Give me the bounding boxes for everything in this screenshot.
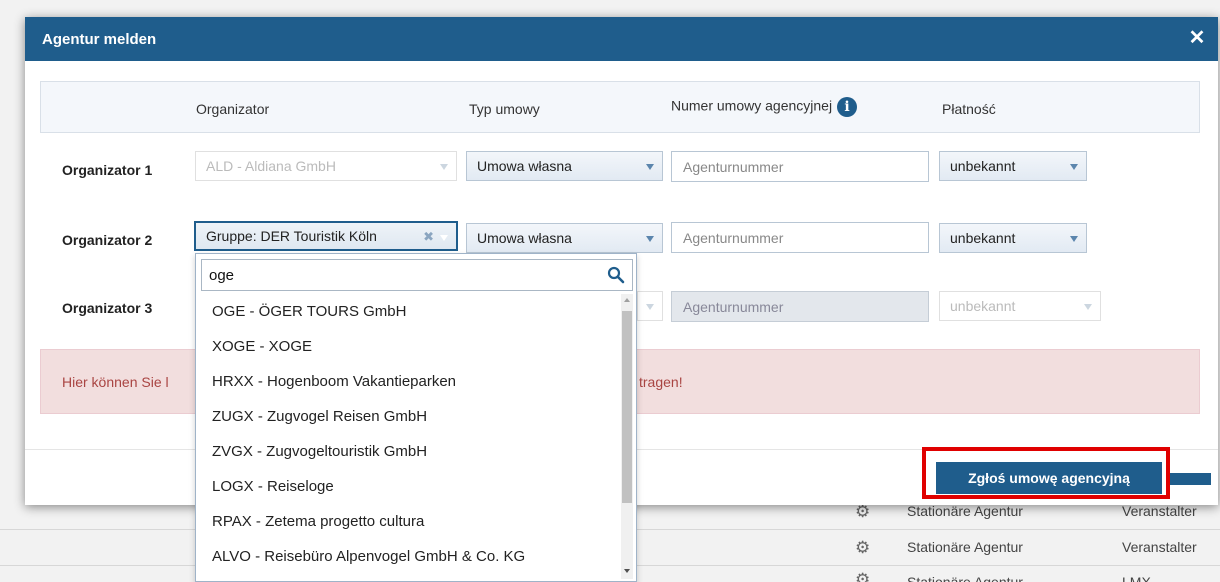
- agency-number-2-input[interactable]: Agenturnummer: [671, 222, 929, 253]
- payment-1-select[interactable]: unbekannt: [939, 151, 1087, 181]
- modal-title: Agentur melden: [42, 30, 157, 48]
- column-contract-type: Typ umowy: [469, 101, 540, 117]
- organizer-1-value: ALD - Aldiana GmbH: [206, 158, 336, 174]
- agency-type: Stationäre Agentur: [907, 574, 1023, 582]
- info-icon[interactable]: i: [837, 97, 858, 117]
- payment-1-value: unbekannt: [950, 158, 1016, 174]
- clear-icon[interactable]: ✖: [423, 229, 434, 245]
- chevron-down-icon: [440, 164, 448, 170]
- chevron-down-icon: [646, 164, 654, 170]
- organizer-2-value: Gruppe: DER Touristik Köln: [206, 228, 377, 244]
- organizer-1-select: ALD - Aldiana GmbH: [195, 151, 457, 181]
- modal-header: Agentur melden ✕: [25, 17, 1218, 61]
- dropdown-option[interactable]: ZUGX - Zugvogel Reisen GmbH: [196, 399, 621, 434]
- dropdown-option[interactable]: XOGE - XOGE: [196, 329, 621, 364]
- secondary-button[interactable]: [1170, 473, 1211, 485]
- row-label-organizer-2: Organizator 2: [62, 232, 153, 248]
- contract-type-1-select[interactable]: Umowa własna: [466, 151, 663, 181]
- chevron-down-icon: [646, 304, 654, 310]
- chevron-down-icon: [1084, 304, 1092, 310]
- contract-type-1-value: Umowa własna: [477, 158, 572, 174]
- agency-kind: Veranstalter: [1122, 539, 1197, 555]
- dropdown-search-value: oge: [209, 266, 235, 284]
- agency-type: Stationäre Agentur: [907, 503, 1023, 519]
- scrollbar-thumb[interactable]: [622, 311, 632, 503]
- dropdown-list: OGE - ÖGER TOURS GmbH XOGE - XOGE HRXX -…: [196, 294, 621, 574]
- contract-type-2-value: Umowa własna: [477, 230, 572, 246]
- chevron-down-icon: [440, 235, 448, 241]
- chevron-down-icon: [1070, 164, 1078, 170]
- column-agency-number: Numer umowy agencyjnej i: [671, 97, 858, 117]
- scroll-up-icon[interactable]: [624, 298, 630, 302]
- dropdown-option[interactable]: ZVGX - Zugvogeltouristik GmbH: [196, 434, 621, 469]
- organizer-2-select[interactable]: Gruppe: DER Touristik Köln ✖: [194, 221, 458, 251]
- contract-type-2-select[interactable]: Umowa własna: [466, 223, 663, 253]
- search-icon: [607, 266, 625, 284]
- organizer-dropdown: oge OGE - ÖGER TOURS GmbH XOGE - XOGE HR…: [195, 253, 637, 582]
- dropdown-scrollbar[interactable]: [621, 294, 633, 579]
- dropdown-option[interactable]: RPAX - Zetema progetto cultura: [196, 504, 621, 539]
- payment-2-select[interactable]: unbekannt: [939, 223, 1087, 253]
- gear-icon: ⚙: [855, 502, 871, 521]
- row-label-organizer-1: Organizator 1: [62, 162, 153, 178]
- alert-text-left: Hier können Sie l: [62, 374, 169, 390]
- agency-kind: Veranstalter: [1122, 503, 1197, 519]
- agency-number-1-input[interactable]: Agenturnummer: [671, 151, 929, 182]
- dropdown-option[interactable]: ALVO - Reisebüro Alpenvogel GmbH & Co. K…: [196, 539, 621, 574]
- agency-type: Stationäre Agentur: [907, 539, 1023, 555]
- agency-kind: LMX: [1122, 574, 1151, 582]
- contract-type-3-select: [637, 291, 663, 321]
- chevron-down-icon: [1070, 236, 1078, 242]
- scroll-down-icon[interactable]: [624, 569, 630, 573]
- close-icon[interactable]: ✕: [1188, 28, 1206, 48]
- chevron-down-icon: [646, 236, 654, 242]
- dropdown-option[interactable]: LOGX - Reiseloge: [196, 469, 621, 504]
- column-payment: Płatność: [942, 101, 996, 117]
- dropdown-option[interactable]: OGE - ÖGER TOURS GmbH: [196, 294, 621, 329]
- dropdown-search-input[interactable]: oge: [201, 259, 633, 291]
- dropdown-option[interactable]: HRXX - Hogenboom Vakantieparken: [196, 364, 621, 399]
- gear-icon: ⚙: [855, 538, 871, 557]
- agency-number-3-input: Agenturnummer: [671, 291, 929, 322]
- payment-2-value: unbekannt: [950, 230, 1016, 246]
- column-header: Organizator Typ umowy Numer umowy agency…: [40, 81, 1200, 133]
- column-agency-number-label: Numer umowy agencyjnej: [671, 97, 833, 114]
- payment-3-select: unbekannt: [939, 291, 1101, 321]
- payment-3-value: unbekannt: [950, 298, 1016, 314]
- gear-icon: ⚙: [855, 570, 871, 582]
- highlight-box: [922, 447, 1170, 499]
- row-label-organizer-3: Organizator 3: [62, 300, 153, 316]
- alert-text-right: tragen!: [639, 374, 683, 390]
- column-organizer: Organizator: [196, 101, 270, 117]
